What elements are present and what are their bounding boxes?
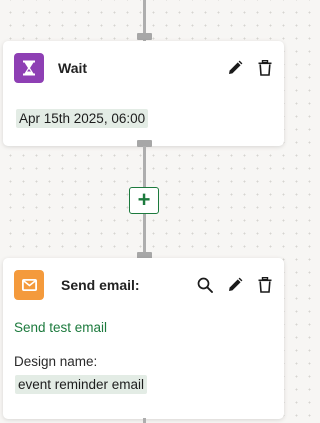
wait-step-card[interactable]: Wait Apr 15th 2025, 06:00 (3, 41, 284, 146)
connector-stub-top (137, 33, 152, 40)
wait-step-actions (226, 59, 274, 77)
hourglass-icon (14, 53, 44, 83)
send-email-step-header: Send email: (14, 270, 140, 300)
add-step-button[interactable]: + (129, 187, 159, 214)
pencil-icon[interactable] (226, 276, 244, 294)
wait-step-header: Wait (14, 53, 87, 83)
design-name-value: event reminder email (15, 375, 148, 394)
trash-icon[interactable] (256, 276, 274, 294)
pencil-icon[interactable] (226, 59, 244, 77)
envelope-icon (14, 270, 44, 300)
wait-until-value: Apr 15th 2025, 06:00 (16, 109, 149, 128)
send-email-step-card[interactable]: Send email: Send test email Design name:… (3, 258, 284, 419)
send-email-step-actions (196, 276, 274, 294)
wait-step-title: Wait (58, 60, 88, 76)
trash-icon[interactable] (256, 59, 274, 77)
send-email-step-title: Send email: (61, 277, 140, 293)
search-icon[interactable] (196, 276, 214, 294)
design-name-label: Design name: (14, 354, 98, 369)
connector-line-bottom (143, 418, 146, 423)
send-test-email-link[interactable]: Send test email (14, 320, 107, 335)
